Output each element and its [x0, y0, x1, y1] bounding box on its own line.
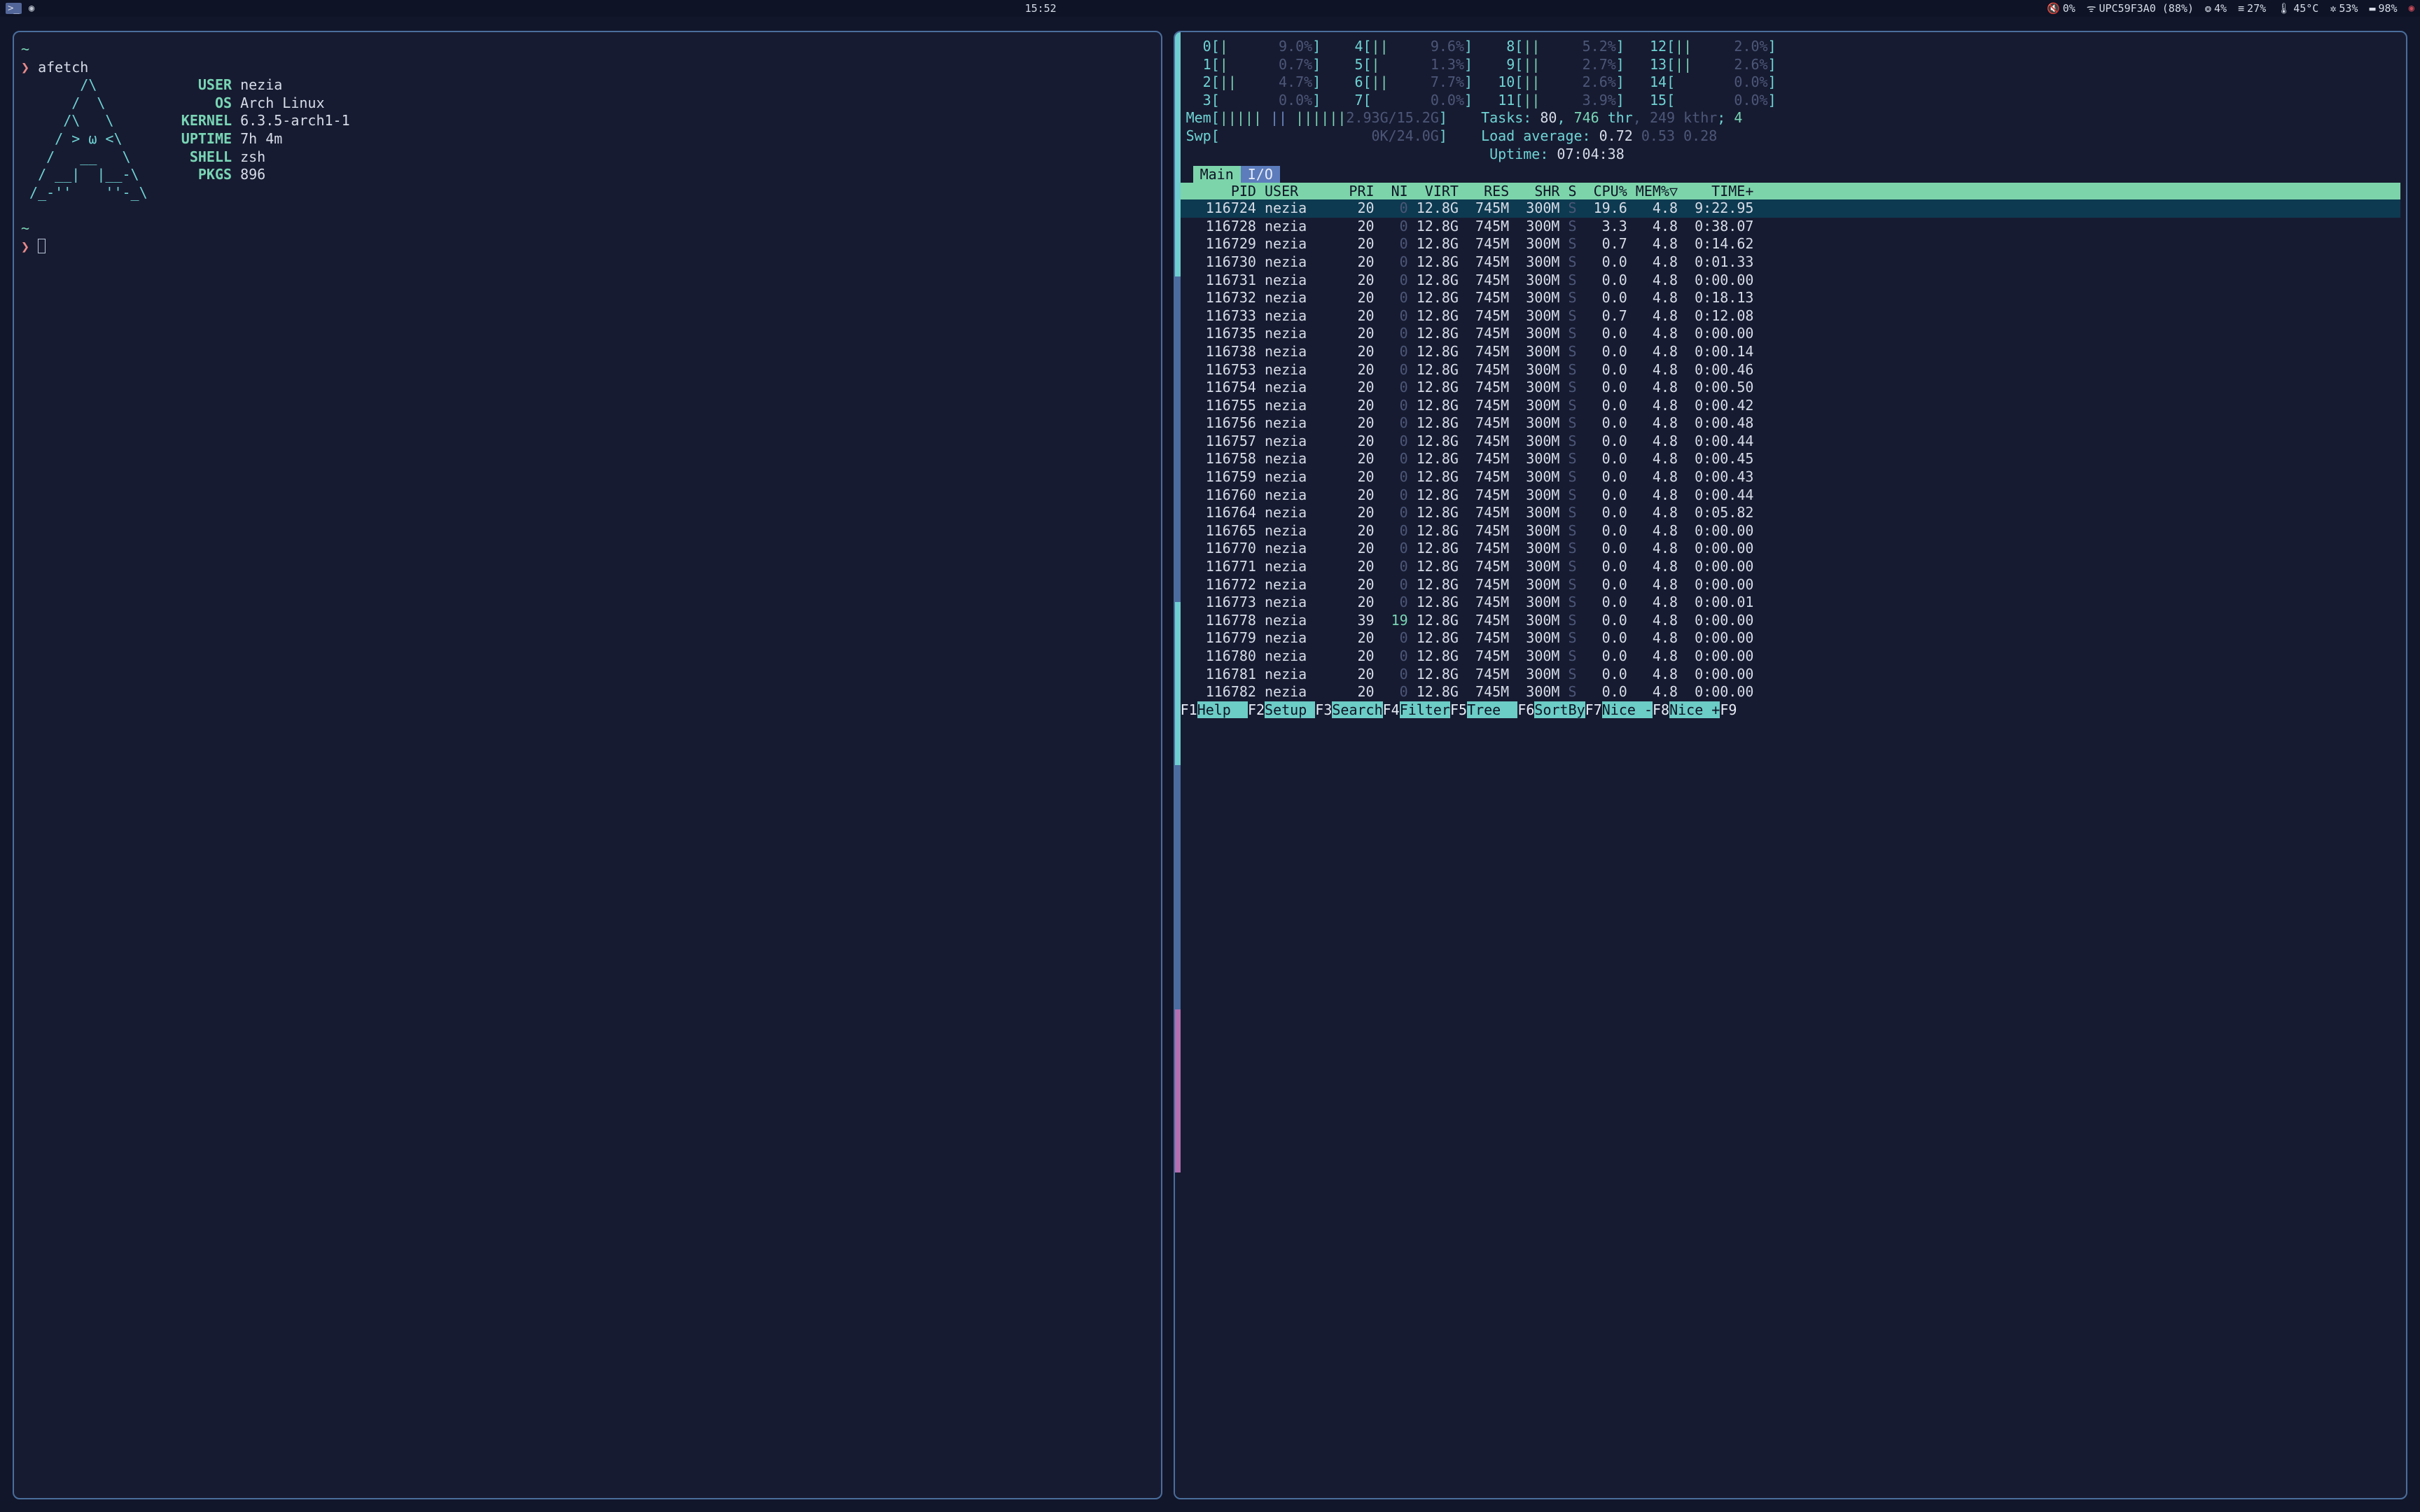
process-row[interactable]: 116760 nezia 20 0 12.8G 745M 300M S 0.0 …	[1181, 486, 2400, 505]
process-row[interactable]: 116732 nezia 20 0 12.8G 745M 300M S 0.0 …	[1181, 289, 2400, 307]
volume-mute-icon: 🔇	[2047, 2, 2060, 15]
fkey-F1[interactable]: F1	[1181, 701, 1197, 718]
process-row[interactable]: 116773 nezia 20 0 12.8G 745M 300M S 0.0 …	[1181, 594, 2400, 612]
htop-tabs: MainI/O	[1181, 166, 2400, 183]
process-row[interactable]: 116765 nezia 20 0 12.8G 745M 300M S 0.0 …	[1181, 522, 2400, 540]
wifi-indicator[interactable]: ᯤUPC59F3A0 (88%)	[2087, 1, 2194, 15]
process-row[interactable]: 116772 nezia 20 0 12.8G 745M 300M S 0.0 …	[1181, 576, 2400, 594]
fkey-F6[interactable]: F6	[1517, 701, 1534, 718]
thermometer-icon: 🌡	[2277, 2, 2290, 15]
process-row[interactable]: 116781 nezia 20 0 12.8G 745M 300M S 0.0 …	[1181, 666, 2400, 684]
brightness-icon: ✲	[2330, 2, 2336, 15]
process-row[interactable]: 116735 nezia 20 0 12.8G 745M 300M S 0.0 …	[1181, 325, 2400, 343]
process-row[interactable]: 116782 nezia 20 0 12.8G 745M 300M S 0.0 …	[1181, 683, 2400, 701]
process-row[interactable]: 116733 nezia 20 0 12.8G 745M 300M S 0.7 …	[1181, 307, 2400, 326]
fkey-F5[interactable]: F5	[1450, 701, 1467, 718]
ram-icon: ≡	[2238, 2, 2244, 15]
discord-tray-icon[interactable]: ◉	[2409, 3, 2414, 14]
pane-scrollbar[interactable]	[1175, 32, 1181, 1498]
fkey-F4[interactable]: F4	[1383, 701, 1400, 718]
clock: 15:52	[1025, 2, 1057, 15]
fkey-F2[interactable]: F2	[1248, 701, 1265, 718]
process-row[interactable]: 116778 nezia 39 19 12.8G 745M 300M S 0.0…	[1181, 612, 2400, 630]
process-row[interactable]: 116779 nezia 20 0 12.8G 745M 300M S 0.0 …	[1181, 629, 2400, 648]
process-row[interactable]: 116770 nezia 20 0 12.8G 745M 300M S 0.0 …	[1181, 540, 2400, 558]
terminal-icon[interactable]: >_	[6, 3, 22, 14]
process-row[interactable]: 116729 nezia 20 0 12.8G 745M 300M S 0.7 …	[1181, 235, 2400, 253]
process-row[interactable]: 116756 nezia 20 0 12.8G 745M 300M S 0.0 …	[1181, 414, 2400, 433]
firefox-icon[interactable]: ◉	[29, 3, 34, 14]
process-row[interactable]: 116754 nezia 20 0 12.8G 745M 300M S 0.0 …	[1181, 379, 2400, 397]
temp-indicator[interactable]: 🌡45°C	[2277, 2, 2318, 15]
process-row[interactable]: 116724 nezia 20 0 12.8G 745M 300M S 19.6…	[1181, 200, 2400, 218]
battery-indicator[interactable]: ▬98%	[2369, 2, 2397, 15]
fkey-F8[interactable]: F8	[1653, 701, 1669, 718]
ram-indicator[interactable]: ≡27%	[2238, 2, 2266, 15]
process-row[interactable]: 116755 nezia 20 0 12.8G 745M 300M S 0.0 …	[1181, 397, 2400, 415]
cursor[interactable]	[38, 239, 46, 253]
battery-icon: ▬	[2369, 2, 2375, 15]
process-table[interactable]: 116724 nezia 20 0 12.8G 745M 300M S 19.6…	[1181, 200, 2400, 701]
fkey-F9[interactable]: F9	[1720, 701, 1737, 718]
process-row[interactable]: 116771 nezia 20 0 12.8G 745M 300M S 0.0 …	[1181, 558, 2400, 576]
process-row[interactable]: 116731 nezia 20 0 12.8G 745M 300M S 0.0 …	[1181, 272, 2400, 290]
fan-icon: ❂	[2205, 2, 2211, 15]
gpu-indicator[interactable]: ❂4%	[2205, 2, 2227, 15]
process-row[interactable]: 116728 nezia 20 0 12.8G 745M 300M S 3.3 …	[1181, 218, 2400, 236]
fkey-F7[interactable]: F7	[1585, 701, 1602, 718]
taskbar: >_ ◉ 15:52 🔇0% ᯤUPC59F3A0 (88%) ❂4% ≡27%…	[0, 0, 2420, 17]
terminal-htop[interactable]: 0[| 9.0%] 4[|| 9.6%] 8[|| 5.2%] 12[|| 2.…	[1174, 31, 2407, 1499]
terminal-afetch[interactable]: ~❯ afetch /\ USER nezia / \ OS Arch Linu…	[13, 31, 1162, 1499]
process-row[interactable]: 116759 nezia 20 0 12.8G 745M 300M S 0.0 …	[1181, 468, 2400, 486]
process-row[interactable]: 116758 nezia 20 0 12.8G 745M 300M S 0.0 …	[1181, 450, 2400, 468]
process-row[interactable]: 116780 nezia 20 0 12.8G 745M 300M S 0.0 …	[1181, 648, 2400, 666]
process-row[interactable]: 116757 nezia 20 0 12.8G 745M 300M S 0.0 …	[1181, 433, 2400, 451]
tab-io[interactable]: I/O	[1241, 166, 1280, 183]
process-row[interactable]: 116764 nezia 20 0 12.8G 745M 300M S 0.0 …	[1181, 504, 2400, 522]
process-row[interactable]: 116730 nezia 20 0 12.8G 745M 300M S 0.0 …	[1181, 253, 2400, 272]
process-row[interactable]: 116753 nezia 20 0 12.8G 745M 300M S 0.0 …	[1181, 361, 2400, 379]
htop-fkey-bar: F1Help F2Setup F3SearchF4FilterF5Tree F6…	[1181, 701, 2400, 718]
process-table-header[interactable]: PID USER PRI NI VIRT RES SHR S CPU% MEM%…	[1181, 183, 2400, 200]
wifi-icon: ᯤ	[2087, 1, 2096, 15]
brightness-indicator[interactable]: ✲53%	[2330, 2, 2358, 15]
htop-meters: 0[| 9.0%] 4[|| 9.6%] 8[|| 5.2%] 12[|| 2.…	[1181, 38, 2400, 163]
fkey-F3[interactable]: F3	[1315, 701, 1332, 718]
process-row[interactable]: 116738 nezia 20 0 12.8G 745M 300M S 0.0 …	[1181, 343, 2400, 361]
volume-indicator[interactable]: 🔇0%	[2047, 2, 2075, 15]
tab-main[interactable]: Main	[1193, 166, 1241, 183]
